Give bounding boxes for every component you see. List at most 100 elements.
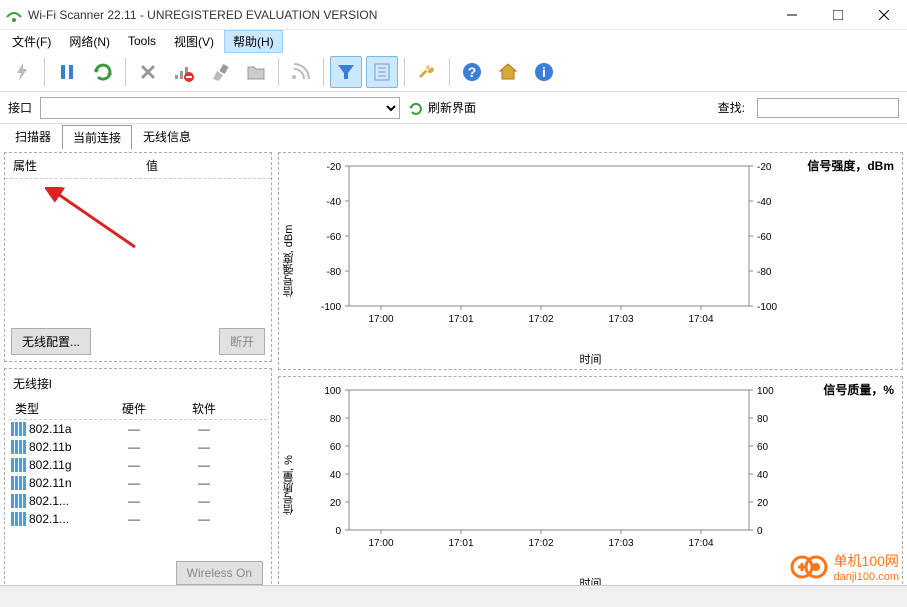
- wireless-row[interactable]: 802.11g — —: [9, 456, 267, 474]
- wl-sw-value: —: [169, 476, 239, 490]
- tab-wireless-info[interactable]: 无线信息: [132, 124, 202, 148]
- pause-icon[interactable]: [51, 56, 83, 88]
- wifi-standard-icon: [11, 476, 27, 490]
- svg-text:80: 80: [757, 414, 769, 425]
- wireless-row[interactable]: 802.1... — —: [9, 492, 267, 510]
- annotation-arrow-icon: [45, 187, 145, 257]
- svg-text:60: 60: [757, 442, 769, 453]
- watermark-logo-icon: [790, 553, 830, 581]
- chart1-ylabel: 信号强度, dBm: [281, 225, 297, 298]
- svg-text:?: ?: [468, 64, 477, 80]
- wifi-standard-icon: [11, 512, 27, 526]
- refresh-small-icon: [408, 100, 424, 116]
- wireless-adapters-panel: 无线接l 类型 硬件 软件 802.11a — — 802.11b — — 80…: [4, 368, 272, 594]
- wl-type-label: 802.11b: [29, 440, 99, 454]
- svg-text:-80: -80: [327, 267, 342, 278]
- menu-view[interactable]: 视图(V): [166, 31, 222, 52]
- wl-type-label: 802.11n: [29, 476, 99, 490]
- wrench-icon[interactable]: [411, 56, 443, 88]
- properties-panel: 属性 值 无线配置... 断开: [4, 152, 272, 362]
- refresh-ui-button[interactable]: 刷新界面: [408, 99, 476, 116]
- svg-text:17:01: 17:01: [448, 314, 473, 325]
- interface-label: 接口: [8, 99, 32, 116]
- svg-text:-40: -40: [757, 197, 772, 208]
- search-label: 查找:: [718, 99, 749, 116]
- wl-type-label: 802.11a: [29, 422, 99, 436]
- wl-hw-value: —: [99, 476, 169, 490]
- disconnect-button[interactable]: 断开: [219, 328, 265, 355]
- help-icon[interactable]: ?: [456, 56, 488, 88]
- maximize-button[interactable]: [815, 0, 861, 30]
- wl-hw-value: —: [99, 512, 169, 526]
- wl-col-type: 类型: [9, 400, 99, 417]
- svg-text:20: 20: [330, 498, 342, 509]
- minimize-button[interactable]: [769, 0, 815, 30]
- wireless-title: 无线接l: [9, 373, 267, 398]
- svg-text:80: 80: [330, 414, 342, 425]
- titlebar: Wi-Fi Scanner 22.11 - UNREGISTERED EVALU…: [0, 0, 907, 30]
- svg-text:60: 60: [330, 442, 342, 453]
- prop-col-attr: 属性: [5, 157, 138, 174]
- wireless-row[interactable]: 802.1... — —: [9, 510, 267, 528]
- wifi-standard-icon: [11, 440, 27, 454]
- wireless-on-button[interactable]: Wireless On: [176, 561, 263, 585]
- close-button[interactable]: [861, 0, 907, 30]
- svg-text:-80: -80: [757, 267, 772, 278]
- tab-bar: 扫描器 当前连接 无线信息: [0, 124, 907, 148]
- notes-icon[interactable]: [366, 56, 398, 88]
- svg-text:17:00: 17:00: [368, 538, 393, 549]
- chart2-svg: 10010080806060404020200017:0017:0117:021…: [309, 385, 799, 575]
- refresh-icon[interactable]: [87, 56, 119, 88]
- wl-col-hw: 硬件: [99, 400, 169, 417]
- delete-icon[interactable]: [132, 56, 164, 88]
- prop-col-value: 值: [138, 157, 271, 174]
- chart1-svg: -20-20-40-40-60-60-80-80-100-10017:0017:…: [309, 161, 799, 351]
- chart2-title: 信号质量，%: [823, 381, 894, 398]
- tab-scanner[interactable]: 扫描器: [4, 124, 62, 148]
- svg-text:-60: -60: [757, 232, 772, 243]
- rss-icon[interactable]: [285, 56, 317, 88]
- svg-text:-20: -20: [757, 162, 772, 173]
- refresh-label: 刷新界面: [428, 99, 476, 116]
- menubar: 文件(F) 网络(N) Tools 视图(V) 帮助(H): [0, 30, 907, 52]
- menu-tools[interactable]: Tools: [120, 32, 164, 50]
- chart1-xlabel: 时间: [580, 351, 602, 367]
- info-icon[interactable]: i: [528, 56, 560, 88]
- svg-text:17:02: 17:02: [528, 314, 553, 325]
- wireless-row[interactable]: 802.11n — —: [9, 474, 267, 492]
- svg-text:17:03: 17:03: [608, 314, 633, 325]
- svg-text:-20: -20: [327, 162, 342, 173]
- wl-sw-value: —: [169, 458, 239, 472]
- svg-text:0: 0: [335, 526, 341, 537]
- wl-hw-value: —: [99, 494, 169, 508]
- search-input[interactable]: [757, 98, 899, 118]
- wifi-standard-icon: [11, 494, 27, 508]
- wifi-standard-icon: [11, 458, 27, 472]
- menu-file[interactable]: 文件(F): [4, 31, 59, 52]
- wl-sw-value: —: [169, 440, 239, 454]
- menu-help[interactable]: 帮助(H): [224, 30, 283, 53]
- brush-icon[interactable]: [204, 56, 236, 88]
- wireless-row[interactable]: 802.11a — —: [9, 420, 267, 438]
- lightning-icon[interactable]: [6, 56, 38, 88]
- watermark: 单机100网 danji100.com: [790, 551, 899, 583]
- window-title: Wi-Fi Scanner 22.11 - UNREGISTERED EVALU…: [28, 8, 769, 22]
- statusbar: [0, 585, 907, 607]
- folder-icon[interactable]: [240, 56, 272, 88]
- wireless-config-button[interactable]: 无线配置...: [11, 328, 91, 355]
- svg-text:20: 20: [757, 498, 769, 509]
- wl-hw-value: —: [99, 458, 169, 472]
- wl-sw-value: —: [169, 512, 239, 526]
- filter-icon[interactable]: [330, 56, 362, 88]
- interface-select[interactable]: [40, 97, 400, 119]
- svg-text:100: 100: [324, 386, 341, 397]
- tab-current-connection[interactable]: 当前连接: [62, 125, 132, 149]
- signal-remove-icon[interactable]: [168, 56, 200, 88]
- wireless-row[interactable]: 802.11b — —: [9, 438, 267, 456]
- wl-sw-value: —: [169, 422, 239, 436]
- home-icon[interactable]: [492, 56, 524, 88]
- chart1-title: 信号强度，dBm: [807, 157, 894, 174]
- menu-network[interactable]: 网络(N): [61, 31, 118, 52]
- svg-text:17:02: 17:02: [528, 538, 553, 549]
- chart2-ylabel: 信号质量, %: [281, 455, 297, 515]
